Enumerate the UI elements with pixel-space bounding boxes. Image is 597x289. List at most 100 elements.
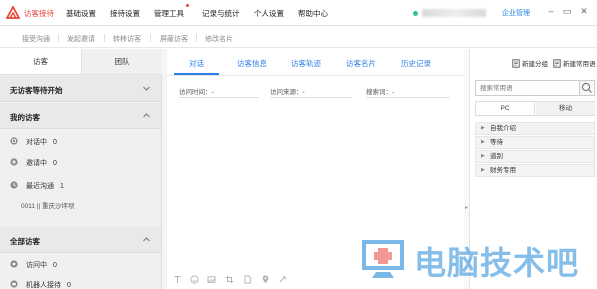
block-visitor-button[interactable]: 屏蔽访客 xyxy=(160,34,188,44)
new-phrase-icon xyxy=(553,59,561,68)
robot-icon xyxy=(10,280,18,288)
search-term-filter[interactable]: 搜索词：- xyxy=(366,86,450,98)
menu-records-stats[interactable]: 记录与统计 xyxy=(202,8,240,19)
new-group-button[interactable]: 新建分组 xyxy=(512,58,548,68)
tab-mobile[interactable]: 移动 xyxy=(536,102,595,115)
maximize-icon[interactable]: ▭ xyxy=(562,6,572,16)
divider xyxy=(150,34,151,42)
tab-team[interactable]: 团队 xyxy=(81,49,162,75)
row-label: 最近沟通 xyxy=(25,183,54,190)
category-label: 自我介绍 xyxy=(490,125,516,132)
menu-basic-settings[interactable]: 基础设置 xyxy=(66,8,96,19)
link-icon[interactable] xyxy=(278,275,287,284)
row-count: 1 xyxy=(59,183,64,190)
category-item[interactable]: ▶ 财务专用 xyxy=(475,164,595,177)
row-label: 对话中 xyxy=(25,139,47,146)
divider xyxy=(196,34,197,42)
chat-icon xyxy=(10,137,18,145)
device-tabs: PC 移动 xyxy=(475,101,595,116)
invite-icon xyxy=(10,158,18,166)
list-item-recent[interactable]: 最近沟通 1 xyxy=(10,181,64,191)
menu-visitor-reception[interactable]: 访客接待 xyxy=(24,8,54,19)
company-management-link[interactable]: 企业管理 xyxy=(502,8,530,18)
caret-right-icon: ▶ xyxy=(481,153,485,159)
all-visitors-title: 全部访客 xyxy=(10,237,40,246)
my-visitors-header[interactable]: 我的访客 xyxy=(0,103,161,129)
online-status-dot[interactable] xyxy=(413,11,418,16)
row-count: 0 xyxy=(52,139,57,146)
category-item[interactable]: ▶ 自我介绍 xyxy=(475,122,595,135)
visit-time-filter[interactable]: 访问时间：- xyxy=(179,86,259,98)
list-item-inviting[interactable]: 邀请中 0 xyxy=(10,158,57,168)
visitor-panel: 访客 团队 无访客等待开始 我的访客 对话中 0 邀请中 0 最近沟通 1 0011 … xyxy=(0,49,162,289)
text-icon[interactable] xyxy=(173,275,182,284)
list-item-robot[interactable]: 机器人接待 0 xyxy=(10,280,71,289)
menu-personal-settings[interactable]: 个人设置 xyxy=(254,8,284,19)
tab-conversation[interactable]: 对话 xyxy=(189,58,204,69)
screenshot-icon[interactable] xyxy=(225,275,234,284)
watermark-logo-icon xyxy=(362,240,404,278)
menu-help-center[interactable]: 帮助中心 xyxy=(298,8,328,19)
row-label: 机器人接待 xyxy=(25,282,61,289)
new-phrase-button[interactable]: 新建常用语 xyxy=(553,58,596,68)
tab-history[interactable]: 历史记录 xyxy=(401,58,431,69)
transfer-visitor-button[interactable]: 转移访客 xyxy=(113,34,141,44)
list-item-visiting[interactable]: 访问中 0 xyxy=(10,260,57,270)
divider xyxy=(104,34,105,42)
tab-visitors[interactable]: 访客 xyxy=(0,49,81,75)
close-icon[interactable]: ✕ xyxy=(579,6,589,16)
app-logo-icon xyxy=(6,6,20,19)
history-icon xyxy=(10,181,18,189)
row-count: 0 xyxy=(66,282,71,289)
minimize-icon[interactable]: – xyxy=(546,6,556,16)
waiting-title: 无访客等待开始 xyxy=(10,86,63,95)
watermark-text: 电脑技术吧 xyxy=(414,244,580,282)
category-item[interactable]: ▶ 道别 xyxy=(475,150,595,163)
edit-card-button[interactable]: 修改名片 xyxy=(205,34,233,44)
caret-right-icon: ▶ xyxy=(481,139,485,145)
divider xyxy=(58,34,59,42)
image-icon[interactable] xyxy=(207,275,216,284)
tab-divider xyxy=(167,75,464,76)
visitor-entry[interactable]: 0011 || 重庆沙坪坝 xyxy=(21,200,74,210)
tab-pc[interactable]: PC xyxy=(476,102,535,115)
category-label: 等待 xyxy=(490,139,503,146)
account-name-blurred xyxy=(422,9,486,17)
waiting-section-header[interactable]: 无访客等待开始 xyxy=(0,76,161,102)
search-icon xyxy=(581,82,592,93)
row-count: 0 xyxy=(52,160,57,167)
new-phrase-label: 新建常用语 xyxy=(563,61,596,68)
row-count: 0 xyxy=(52,262,57,269)
list-item-chatting[interactable]: 对话中 0 xyxy=(10,137,57,147)
all-visitors-header[interactable]: 全部访客 xyxy=(0,227,161,253)
tab-visitor-trail[interactable]: 访客轨迹 xyxy=(291,58,321,69)
caret-right-icon: ▶ xyxy=(481,125,485,131)
chevron-up-icon[interactable] xyxy=(142,111,151,120)
new-group-label: 新建分组 xyxy=(522,61,548,68)
phrase-search-input[interactable] xyxy=(475,80,583,96)
file-icon[interactable] xyxy=(243,275,252,284)
new-group-icon xyxy=(512,59,520,68)
send-invite-button[interactable]: 发起邀请 xyxy=(67,34,95,44)
search-button[interactable] xyxy=(579,80,595,96)
emoji-icon[interactable] xyxy=(190,275,199,284)
visit-source-filter[interactable]: 访问来源：- xyxy=(270,86,352,98)
category-item[interactable]: ▶ 等待 xyxy=(475,136,595,149)
row-label: 访问中 xyxy=(25,262,47,269)
chevron-down-icon[interactable] xyxy=(142,84,151,93)
tab-visitor-info[interactable]: 访客信息 xyxy=(237,58,267,69)
collapse-arrow-icon[interactable]: ▸ xyxy=(465,204,468,211)
my-visitors-title: 我的访客 xyxy=(10,113,40,122)
accept-chat-button[interactable]: 接受沟通 xyxy=(22,34,50,44)
notification-dot xyxy=(186,4,189,7)
menu-reception-settings[interactable]: 接待设置 xyxy=(110,8,140,19)
location-icon[interactable] xyxy=(261,275,270,284)
top-menu-bar: 访客接待 基础设置 接待设置 管理工具 记录与统计 个人设置 帮助中心 企业管理… xyxy=(0,0,597,26)
row-label: 邀请中 xyxy=(25,160,47,167)
action-toolbar: 接受沟通 发起邀请 转移访客 屏蔽访客 修改名片 xyxy=(0,27,597,48)
category-label: 道别 xyxy=(490,153,503,160)
chevron-up-icon[interactable] xyxy=(142,235,151,244)
visiting-icon xyxy=(10,260,18,268)
menu-management-tools[interactable]: 管理工具 xyxy=(154,8,184,19)
tab-visitor-card[interactable]: 访客名片 xyxy=(346,58,376,69)
